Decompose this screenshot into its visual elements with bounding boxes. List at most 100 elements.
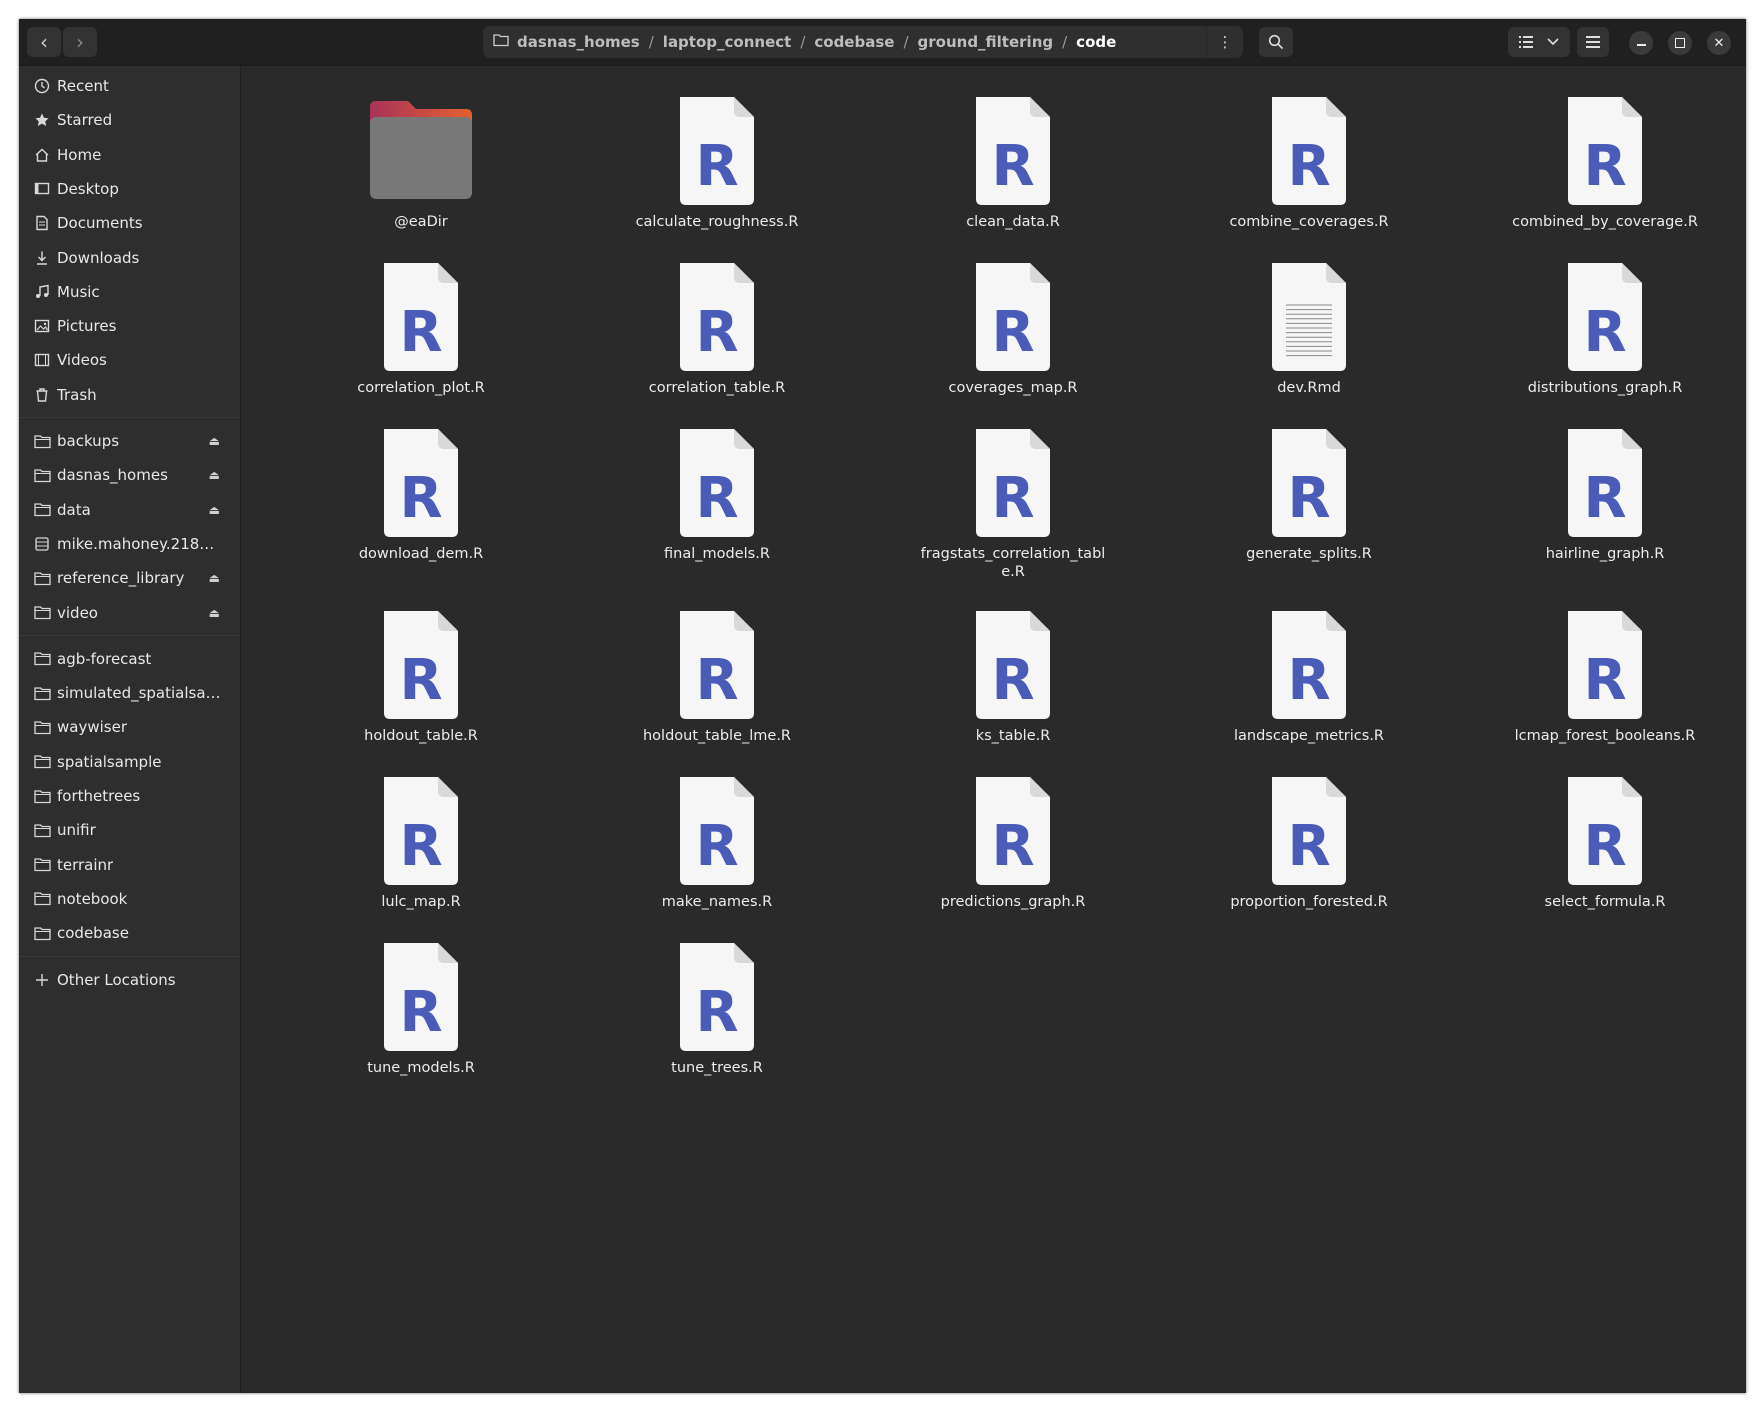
sidebar-item-terrainr[interactable]: terrainr (19, 848, 240, 882)
svg-text:R: R (399, 300, 442, 365)
eject-icon[interactable]: ⏏ (209, 503, 220, 517)
sidebar-item-recent[interactable]: Recent (19, 69, 240, 103)
file-item[interactable]: Rholdout_table_lme.R (577, 607, 857, 745)
sidebar-item-label: mike.mahoney.218@g... (57, 534, 227, 553)
svg-text:R: R (399, 466, 442, 531)
music-icon (33, 283, 51, 301)
search-button[interactable] (1259, 27, 1293, 57)
sidebar-item-label: reference_library (57, 569, 185, 588)
sidebar-item-spatialsample[interactable]: spatialsample (19, 745, 240, 779)
forward-button[interactable]: › (63, 27, 97, 57)
file-item[interactable]: Rlcmap_forest_booleans.R (1465, 607, 1745, 745)
sidebar-item-unifir[interactable]: unifir (19, 813, 240, 847)
file-item[interactable]: @eaDir (281, 93, 561, 231)
sidebar-item-notebook[interactable]: notebook (19, 882, 240, 916)
breadcrumb-item[interactable]: ground_filtering (912, 33, 1060, 51)
file-name: correlation_table.R (648, 380, 786, 396)
sidebar-item-reference-library[interactable]: reference_library ⏏ (19, 561, 240, 595)
file-item[interactable]: Rfragstats_correlation_table.R (873, 425, 1153, 581)
sidebar-item-pictures[interactable]: Pictures (19, 309, 240, 343)
sidebar-item-other-locations[interactable]: Other Locations (19, 963, 240, 997)
file-item[interactable]: Rlulc_map.R (281, 773, 561, 911)
file-item[interactable]: Rfinal_models.R (577, 425, 857, 563)
file-item[interactable]: Rdownload_dem.R (281, 425, 561, 563)
file-name: holdout_table.R (364, 728, 478, 744)
svg-text:R: R (695, 466, 738, 531)
svg-text:R: R (1287, 814, 1330, 879)
sidebar-item-mike-mahoney-218-g[interactable]: mike.mahoney.218@g... (19, 527, 240, 561)
r-file-icon: R (958, 607, 1068, 721)
file-item[interactable]: Rselect_formula.R (1465, 773, 1745, 911)
r-file-icon: R (1550, 425, 1660, 539)
eject-icon[interactable]: ⏏ (209, 434, 220, 448)
view-mode-button[interactable] (1508, 27, 1570, 57)
file-item[interactable]: Rtune_models.R (281, 939, 561, 1077)
back-button[interactable]: ‹ (27, 27, 61, 57)
sidebar-item-videos[interactable]: Videos (19, 343, 240, 377)
sidebar-item-data[interactable]: data ⏏ (19, 493, 240, 527)
file-item[interactable]: Rcombine_coverages.R (1169, 93, 1449, 231)
sidebar-item-downloads[interactable]: Downloads (19, 241, 240, 275)
sidebar-item-label: unifir (57, 821, 96, 840)
chevron-right-icon: › (76, 30, 84, 54)
file-item[interactable]: Rcombined_by_coverage.R (1465, 93, 1745, 231)
file-item[interactable]: Rmake_names.R (577, 773, 857, 911)
sidebar-item-music[interactable]: Music (19, 275, 240, 309)
file-item[interactable]: Rpredictions_graph.R (873, 773, 1153, 911)
eject-icon[interactable]: ⏏ (209, 606, 220, 620)
breadcrumb-item[interactable]: codebase (808, 33, 900, 51)
eject-icon[interactable]: ⏏ (209, 468, 220, 482)
sidebar-item-desktop[interactable]: Desktop (19, 172, 240, 206)
sidebar-item-dasnas-homes[interactable]: dasnas_homes ⏏ (19, 458, 240, 492)
sidebar-item-home[interactable]: Home (19, 138, 240, 172)
file-item[interactable]: Rtune_trees.R (577, 939, 857, 1077)
path-menu-button[interactable]: ⋮ (1206, 26, 1243, 58)
maximize-button[interactable] (1668, 31, 1692, 55)
sidebar-item-codebase[interactable]: codebase (19, 916, 240, 950)
sidebar-divider (19, 634, 240, 636)
eject-icon[interactable]: ⏏ (209, 571, 220, 585)
main-menu-button[interactable] (1577, 27, 1609, 57)
minimize-button[interactable] (1629, 31, 1653, 55)
r-file-icon: R (662, 607, 772, 721)
file-item[interactable]: Rcorrelation_table.R (577, 259, 857, 397)
breadcrumb-current[interactable]: code (1070, 33, 1122, 51)
svg-text:R: R (399, 814, 442, 879)
close-button[interactable]: ✕ (1707, 31, 1731, 55)
star-icon (33, 111, 51, 129)
sidebar-item-starred[interactable]: Starred (19, 103, 240, 137)
sidebar-divider (19, 955, 240, 957)
file-item[interactable]: Rproportion_forested.R (1169, 773, 1449, 911)
file-item[interactable]: Rclean_data.R (873, 93, 1153, 231)
file-item[interactable]: Rks_table.R (873, 607, 1153, 745)
sidebar-item-trash[interactable]: Trash (19, 378, 240, 412)
file-item[interactable]: Rgenerate_splits.R (1169, 425, 1449, 563)
sidebar-item-agb-forecast[interactable]: agb-forecast (19, 642, 240, 676)
file-item[interactable]: dev.Rmd (1169, 259, 1449, 397)
file-grid: @eaDir Rcalculate_roughness.R Rclean_data.… (241, 66, 1746, 1393)
svg-text:R: R (991, 134, 1034, 199)
file-item[interactable]: Rcalculate_roughness.R (577, 93, 857, 231)
file-name: download_dem.R (358, 546, 484, 562)
sidebar-item-video[interactable]: video ⏏ (19, 596, 240, 630)
file-item[interactable]: Rhairline_graph.R (1465, 425, 1745, 563)
sidebar-item-label: codebase (57, 924, 129, 943)
breadcrumb-item[interactable]: laptop_connect (657, 33, 798, 51)
file-item[interactable]: Rcoverages_map.R (873, 259, 1153, 397)
file-item[interactable]: Rcorrelation_plot.R (281, 259, 561, 397)
breadcrumb-item[interactable]: dasnas_homes (511, 33, 646, 51)
file-name: make_names.R (661, 894, 773, 910)
file-item[interactable]: Rholdout_table.R (281, 607, 561, 745)
sidebar-item-simulated-spatialsam[interactable]: simulated_spatialsam... (19, 676, 240, 710)
sidebar-item-label: Desktop (57, 179, 119, 198)
sidebar-item-forthetrees[interactable]: forthetrees (19, 779, 240, 813)
folder-icon (33, 924, 51, 942)
folder-icon (33, 569, 51, 587)
sidebar-item-waywiser[interactable]: waywiser (19, 710, 240, 744)
file-name: @eaDir (394, 214, 448, 230)
file-item[interactable]: Rlandscape_metrics.R (1169, 607, 1449, 745)
sidebar-item-backups[interactable]: backups ⏏ (19, 424, 240, 458)
file-item[interactable]: Rdistributions_graph.R (1465, 259, 1745, 397)
svg-text:R: R (695, 300, 738, 365)
sidebar-item-documents[interactable]: Documents (19, 206, 240, 240)
